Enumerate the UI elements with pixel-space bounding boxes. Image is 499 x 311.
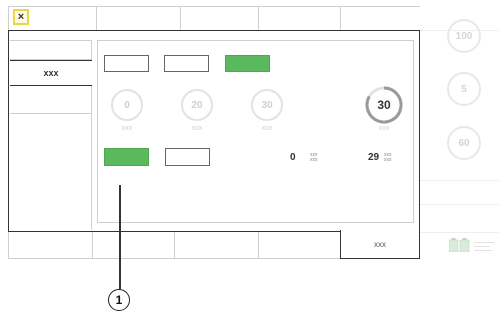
sidebar-item-1[interactable] [10, 40, 92, 60]
dial-value: 20 [191, 99, 203, 111]
dial-gauge-1[interactable]: 0 [111, 89, 143, 121]
close-button[interactable]: × [13, 9, 29, 25]
dial-label: xxx [121, 125, 133, 132]
side-dial-value: 60 [458, 137, 470, 149]
dial-value: 0 [124, 99, 130, 111]
tab-2[interactable] [96, 6, 180, 30]
readout-unit-bottom: xxx [384, 157, 392, 163]
readout-unit: xxx xxx [310, 153, 318, 163]
readout-unit-bottom: xxx [310, 157, 318, 163]
dial-label: xxx [261, 125, 273, 132]
right-panel-divider [420, 232, 499, 233]
right-panel-divider [420, 204, 499, 205]
side-dial-2[interactable]: 5 [447, 72, 481, 106]
tab-3[interactable] [180, 6, 258, 30]
tab-4[interactable] [258, 6, 340, 30]
dial-value: 30 [261, 99, 273, 111]
bottom-tab-2[interactable] [92, 232, 174, 258]
callout-number: 1 [115, 293, 123, 307]
top-bar-left-edge [8, 6, 9, 30]
side-dial-value: 100 [455, 30, 473, 42]
action-button-active[interactable] [104, 148, 149, 166]
bottom-tab-label: xxx [374, 239, 386, 249]
option-button-1[interactable] [104, 55, 149, 72]
callout-marker: 1 [108, 289, 130, 311]
bottom-bar-left-edge [8, 232, 9, 258]
side-dial-value: 5 [461, 83, 467, 95]
bottom-bar-bottom-edge [8, 258, 340, 259]
dial-gauge-4-active[interactable]: 30 [364, 85, 404, 125]
side-dial-1[interactable]: 100 [447, 19, 481, 53]
sidebar-item-3[interactable] [10, 86, 92, 114]
sidebar-item-label: xxx [43, 68, 59, 78]
callout-leader-line [119, 185, 121, 289]
dial-label: xxx [191, 125, 203, 132]
sidebar-item-selected[interactable]: xxx [10, 60, 92, 86]
close-icon: × [17, 11, 25, 23]
option-button-3-active[interactable] [225, 55, 270, 72]
readout-value: 0 [290, 152, 296, 163]
battery-status-icon [448, 238, 471, 253]
readout-unit: xxx xxx [384, 153, 392, 163]
bottom-tab-4[interactable] [258, 232, 340, 258]
bottom-tab-selected[interactable]: xxx [340, 230, 420, 259]
right-panel-divider [420, 180, 499, 181]
action-button[interactable] [165, 148, 210, 166]
dial-label: xxx [378, 125, 390, 132]
status-text-icon [474, 240, 496, 252]
bottom-tab-3[interactable] [174, 232, 258, 258]
readout-value: 29 [368, 152, 380, 163]
dial-gauge-2[interactable]: 20 [181, 89, 213, 121]
tab-5[interactable] [340, 6, 420, 30]
dial-gauge-3[interactable]: 30 [251, 89, 283, 121]
option-button-2[interactable] [164, 55, 209, 72]
side-dial-3[interactable]: 60 [447, 126, 481, 160]
dial-value: 30 [377, 98, 391, 112]
